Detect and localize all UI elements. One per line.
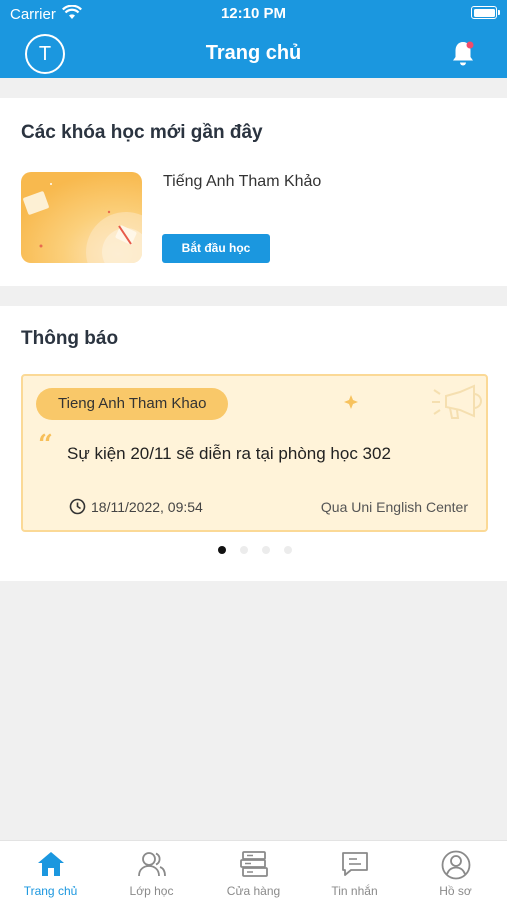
- recent-courses-title: Các khóa học mới gần đây: [21, 122, 263, 143]
- start-learning-button[interactable]: Bắt đầu học: [162, 234, 270, 263]
- megaphone-icon: [430, 382, 486, 427]
- notifications-title: Thông báo: [21, 328, 119, 349]
- tab-home-label: Trang chủ: [23, 884, 78, 898]
- tab-home[interactable]: Trang chủ: [0, 841, 101, 900]
- tab-profile-label: Hồ sơ: [439, 884, 472, 898]
- profile-icon: [441, 850, 471, 880]
- message-icon: [342, 852, 368, 876]
- quote-icon: “: [38, 430, 53, 460]
- course-thumbnail[interactable]: [21, 172, 142, 263]
- tab-messages-label: Tin nhắn: [331, 884, 378, 898]
- tab-classes[interactable]: Lớp học: [101, 841, 202, 900]
- page-dot[interactable]: [284, 546, 292, 554]
- battery-icon: [471, 6, 500, 19]
- status-bar: Carrier 12:10 PM: [0, 0, 507, 28]
- notification-tag: Tieng Anh Tham Khao: [36, 388, 229, 420]
- notification-item[interactable]: Tieng Anh Tham Khao “ Sự kiện 20/11 sẽ d…: [21, 374, 488, 532]
- course-title[interactable]: Tiếng Anh Tham Khảo: [163, 173, 321, 191]
- page-title: Trang chủ: [205, 42, 302, 64]
- notification-datetime: 18/11/2022, 09:54: [91, 499, 203, 515]
- page-dot[interactable]: [240, 546, 248, 554]
- books-icon: [240, 851, 268, 877]
- recent-courses-card: Các khóa học mới gần đây Tiếng Anh Tham …: [0, 98, 507, 286]
- notification-message: Sự kiện 20/11 sẽ diễn ra tại phòng học 3…: [67, 444, 391, 463]
- page-dot[interactable]: [262, 546, 270, 554]
- users-icon: [138, 852, 166, 877]
- tab-profile[interactable]: Hồ sơ: [405, 841, 506, 900]
- sparkle-icon: [343, 394, 359, 415]
- status-time: 12:10 PM: [220, 5, 287, 22]
- tab-store[interactable]: Cửa hàng: [203, 841, 304, 900]
- top-bar: Carrier 12:10 PM T Trang chủ: [0, 0, 507, 78]
- pagination-dots: [0, 546, 507, 556]
- bell-icon[interactable]: [450, 39, 476, 67]
- notification-source: Qua Uni English Center: [320, 499, 468, 515]
- clock-icon: [69, 498, 86, 520]
- home-icon: [38, 852, 64, 876]
- tab-messages[interactable]: Tin nhắn: [304, 841, 405, 900]
- page-dot[interactable]: [218, 546, 226, 554]
- tab-store-label: Cửa hàng: [226, 884, 281, 898]
- notifications-card: Thông báo Tieng Anh Tham Khao “ Sự kiện …: [0, 306, 507, 581]
- bottom-tab-bar: Trang chủ Lớp học Cửa hàng Tin nhắn Hồ s…: [0, 840, 507, 900]
- tab-classes-label: Lớp học: [129, 884, 174, 898]
